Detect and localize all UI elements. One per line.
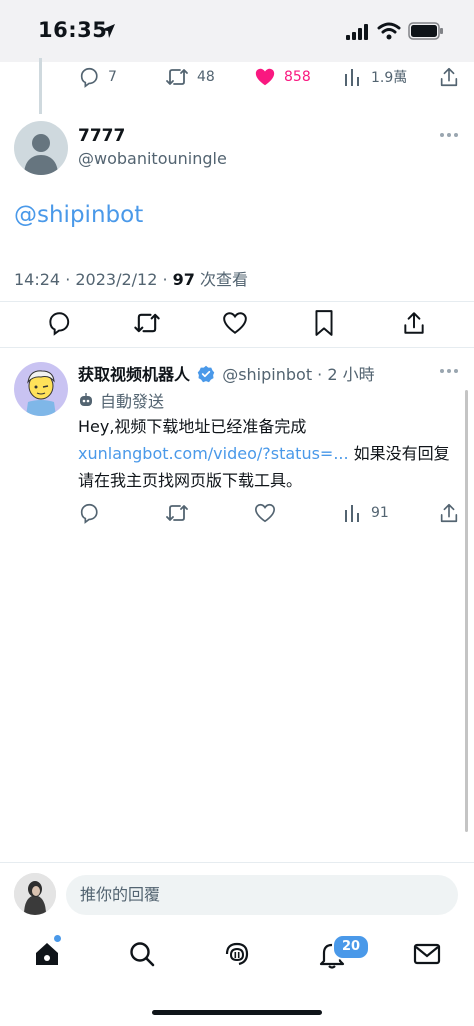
- robot-icon: [80, 393, 92, 406]
- tweet-meta: 14:24 · 2023/2/12 · 97 次查看: [14, 266, 248, 290]
- views-chart-icon: [345, 505, 359, 522]
- share-icon[interactable]: [401, 310, 427, 336]
- prev-reply-count: 7: [108, 69, 117, 85]
- my-avatar[interactable]: [14, 873, 56, 915]
- location-arrow-icon: [101, 24, 115, 38]
- notifications-badge: 20: [332, 934, 370, 960]
- reply-time: · 2 小時: [312, 365, 375, 384]
- avatar[interactable]: [14, 121, 68, 175]
- heart-icon[interactable]: [254, 502, 276, 524]
- reply-text: Hey,视频下载地址已经准备完成 xunlangbot.com/video/?s…: [78, 413, 458, 494]
- more-options-icon[interactable]: [438, 366, 460, 376]
- cartoon-avatar-icon: [26, 370, 56, 416]
- reply-icon[interactable]: [78, 502, 100, 524]
- wifi-icon: [377, 22, 401, 40]
- user-handle[interactable]: @wobanitouningle: [78, 149, 227, 168]
- home-new-dot: [54, 935, 61, 942]
- verified-badge-icon: [197, 365, 215, 383]
- reply-text-line1: Hey,视频下载地址已经准备完成: [78, 417, 307, 436]
- spaces-icon[interactable]: [222, 940, 252, 968]
- reply-icon[interactable]: [46, 310, 72, 336]
- bot-handle[interactable]: @shipinbot: [222, 365, 312, 384]
- prev-retweet-count: 48: [197, 69, 215, 85]
- prev-reply-button[interactable]: 7: [78, 66, 117, 88]
- share-icon[interactable]: [438, 502, 460, 524]
- share-icon[interactable]: [438, 66, 460, 88]
- heart-icon[interactable]: [222, 310, 248, 336]
- bookmark-icon[interactable]: [313, 309, 335, 337]
- reply-input[interactable]: 推你的回覆: [66, 875, 458, 915]
- prev-views-count: 1.9萬: [371, 70, 408, 86]
- messages-envelope-icon[interactable]: [413, 942, 441, 966]
- automated-label: 自動發送: [78, 388, 164, 412]
- retweet-icon[interactable]: [133, 310, 161, 336]
- tweet-text-mention[interactable]: @shipinbot: [14, 202, 143, 228]
- cellular-signal-icon: [346, 24, 368, 40]
- default-avatar-icon: [24, 134, 58, 175]
- display-name[interactable]: 7777: [78, 126, 125, 146]
- status-time: 16:35: [38, 18, 108, 42]
- home-icon[interactable]: [33, 940, 61, 968]
- user-photo-avatar-icon: [14, 873, 56, 915]
- thread-line: [39, 58, 42, 114]
- divider: [0, 301, 474, 302]
- bot-display-name[interactable]: 获取视频机器人: [78, 365, 190, 384]
- prev-like-count: 858: [284, 69, 311, 85]
- reply-link[interactable]: xunlangbot.com/video/?status=...: [78, 444, 349, 463]
- search-icon[interactable]: [128, 940, 156, 968]
- reply-views-button[interactable]: 91: [343, 502, 389, 524]
- view-count: 97: [172, 270, 195, 289]
- heart-filled-icon: [255, 68, 275, 86]
- prev-like-button[interactable]: 858: [254, 66, 311, 88]
- bot-avatar[interactable]: [14, 362, 68, 416]
- prev-retweet-button[interactable]: 48: [165, 66, 215, 88]
- view-label: 次查看: [194, 270, 249, 289]
- reply-views-count: 91: [371, 505, 389, 521]
- views-chart-icon: [345, 69, 359, 86]
- battery-icon: [408, 22, 443, 40]
- reply-header: 获取视频机器人 @shipinbot · 2 小時: [78, 361, 375, 385]
- tweet-timestamp: 14:24 · 2023/2/12 ·: [14, 270, 173, 289]
- status-bar: 16:35: [0, 0, 474, 62]
- prev-views-button[interactable]: 1.9萬: [343, 66, 407, 88]
- more-options-icon[interactable]: [438, 130, 460, 140]
- retweet-icon: [166, 69, 188, 85]
- home-indicator: [152, 1010, 322, 1015]
- divider: [0, 347, 474, 348]
- retweet-icon[interactable]: [165, 502, 189, 524]
- reply-icon: [80, 67, 98, 88]
- scrollbar[interactable]: [465, 390, 468, 832]
- automated-text: 自動發送: [100, 392, 165, 411]
